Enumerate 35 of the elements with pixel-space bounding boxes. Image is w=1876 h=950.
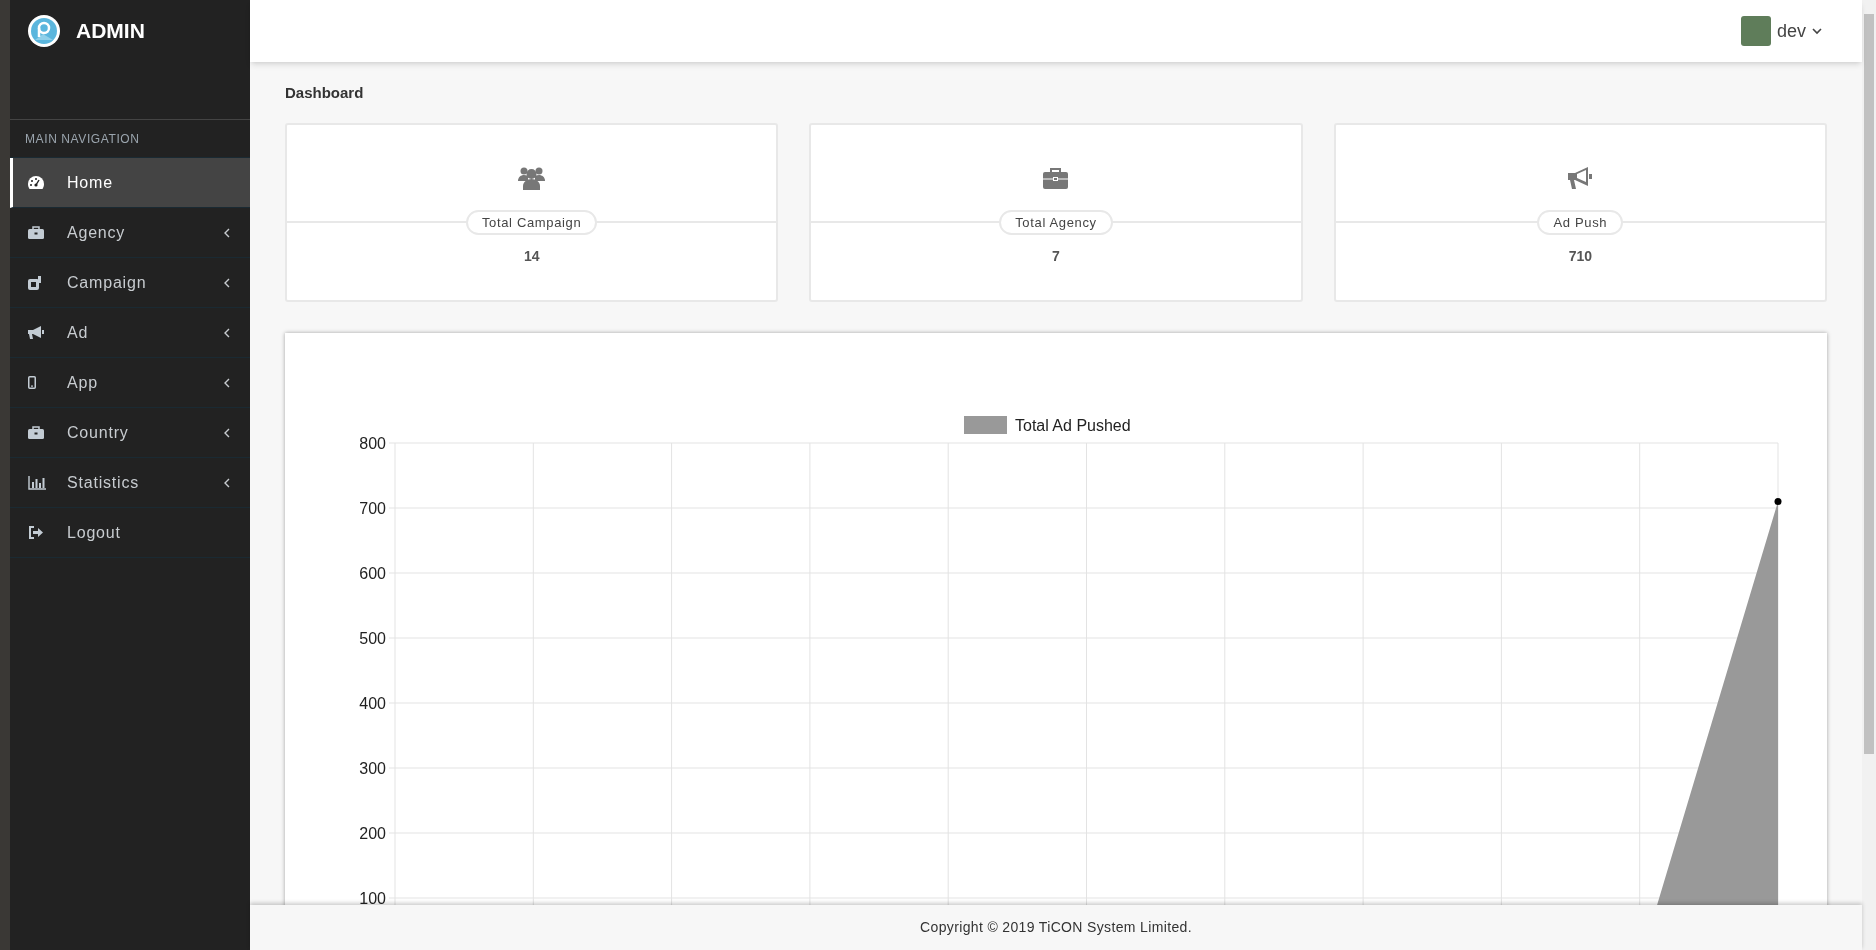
user-menu[interactable]: dev <box>1740 16 1822 46</box>
y-axis-label: 700 <box>359 500 386 517</box>
y-axis-label: 600 <box>359 565 386 582</box>
data-point <box>1774 498 1782 505</box>
logo-icon <box>27 14 61 48</box>
stat-label: Total Campaign <box>465 209 598 235</box>
stat-value: 710 <box>1568 247 1592 266</box>
brand-title: ADMIN <box>76 18 145 44</box>
stat-label: Ad Push <box>1537 209 1624 235</box>
users-icon <box>518 166 546 190</box>
y-axis-label: 500 <box>359 630 386 647</box>
legend-label: Total Ad Pushed <box>1015 417 1131 434</box>
megaphone-icon <box>28 325 44 340</box>
stat-label: Total Agency <box>999 209 1113 235</box>
y-axis-label: 200 <box>359 825 386 842</box>
dashboard-gauge-icon <box>28 176 44 189</box>
briefcase-icon <box>28 226 44 239</box>
briefcase-icon <box>1043 167 1069 189</box>
sidebar-item[interactable]: Home <box>10 158 250 208</box>
page-title: Dashboard <box>285 83 365 103</box>
chevron-down-icon <box>1812 27 1822 35</box>
y-axis-label: 400 <box>359 695 386 712</box>
copyright-text: Copyright © 2019 TiCON System Limited. <box>920 918 1192 937</box>
y-axis-label: 300 <box>359 760 386 777</box>
bar-chart-icon <box>28 475 46 490</box>
megaphone-icon <box>1568 167 1593 189</box>
square-icon <box>28 275 41 290</box>
y-axis-label: 100 <box>359 890 386 905</box>
y-axis-label: 800 <box>359 435 386 452</box>
briefcase-icon <box>28 426 44 439</box>
mobile-phone-icon <box>28 376 36 389</box>
stat-value: 14 <box>523 247 540 266</box>
sign-out-icon <box>28 526 43 539</box>
stat-value: 7 <box>1052 247 1060 266</box>
photo-placeholder <box>1740 16 1771 46</box>
